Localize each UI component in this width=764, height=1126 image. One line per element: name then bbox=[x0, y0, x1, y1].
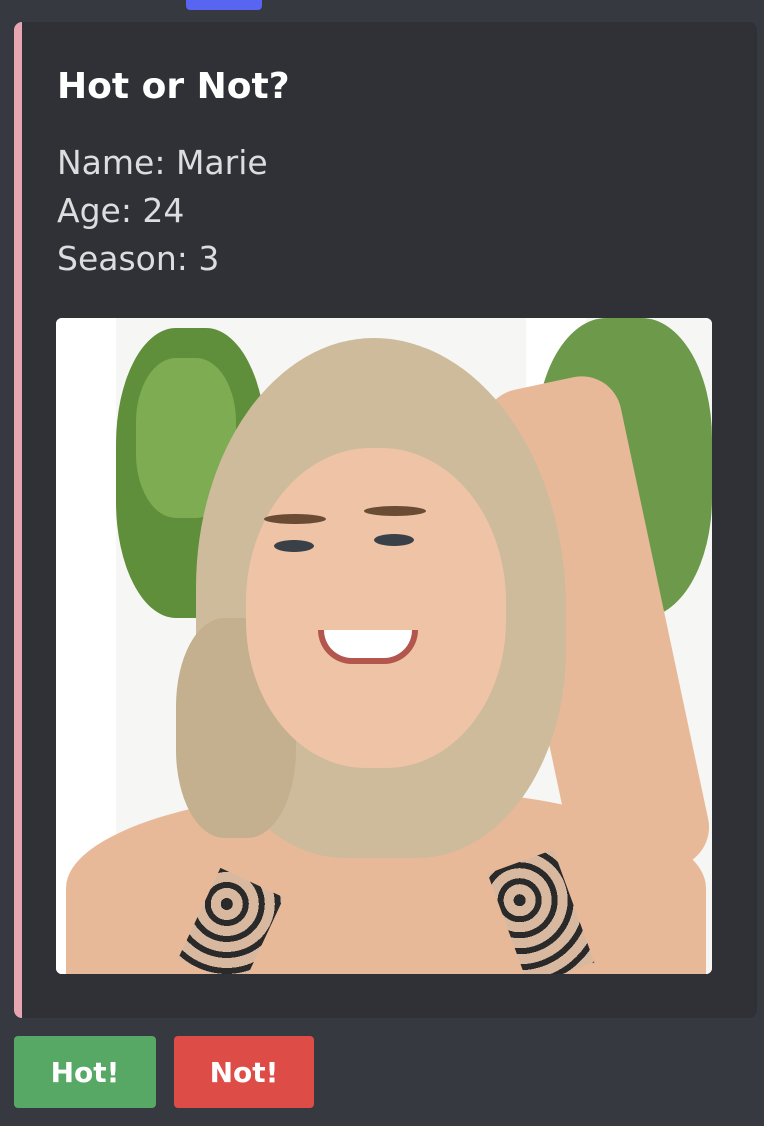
bot-tag bbox=[186, 0, 262, 10]
right-eye bbox=[374, 534, 414, 546]
age-field: Age: 24 bbox=[57, 191, 185, 230]
hot-button[interactable]: Hot! bbox=[14, 1036, 156, 1108]
embed-accent-bar bbox=[14, 22, 22, 1018]
not-button[interactable]: Not! bbox=[174, 1036, 314, 1108]
season-field: Season: 3 bbox=[57, 239, 220, 278]
embed-card: Hot or Not? Name: Marie Age: 24 Season: … bbox=[14, 22, 757, 1018]
right-eyebrow bbox=[364, 506, 426, 516]
embed-description: Name: Marie Age: 24 Season: 3 bbox=[57, 139, 268, 283]
face bbox=[246, 448, 506, 768]
embed-image[interactable] bbox=[56, 318, 712, 974]
name-field: Name: Marie bbox=[57, 143, 268, 182]
embed-title: Hot or Not? bbox=[57, 66, 290, 107]
message-header bbox=[0, 0, 764, 14]
left-eyebrow bbox=[264, 514, 326, 524]
left-eye bbox=[274, 540, 314, 552]
